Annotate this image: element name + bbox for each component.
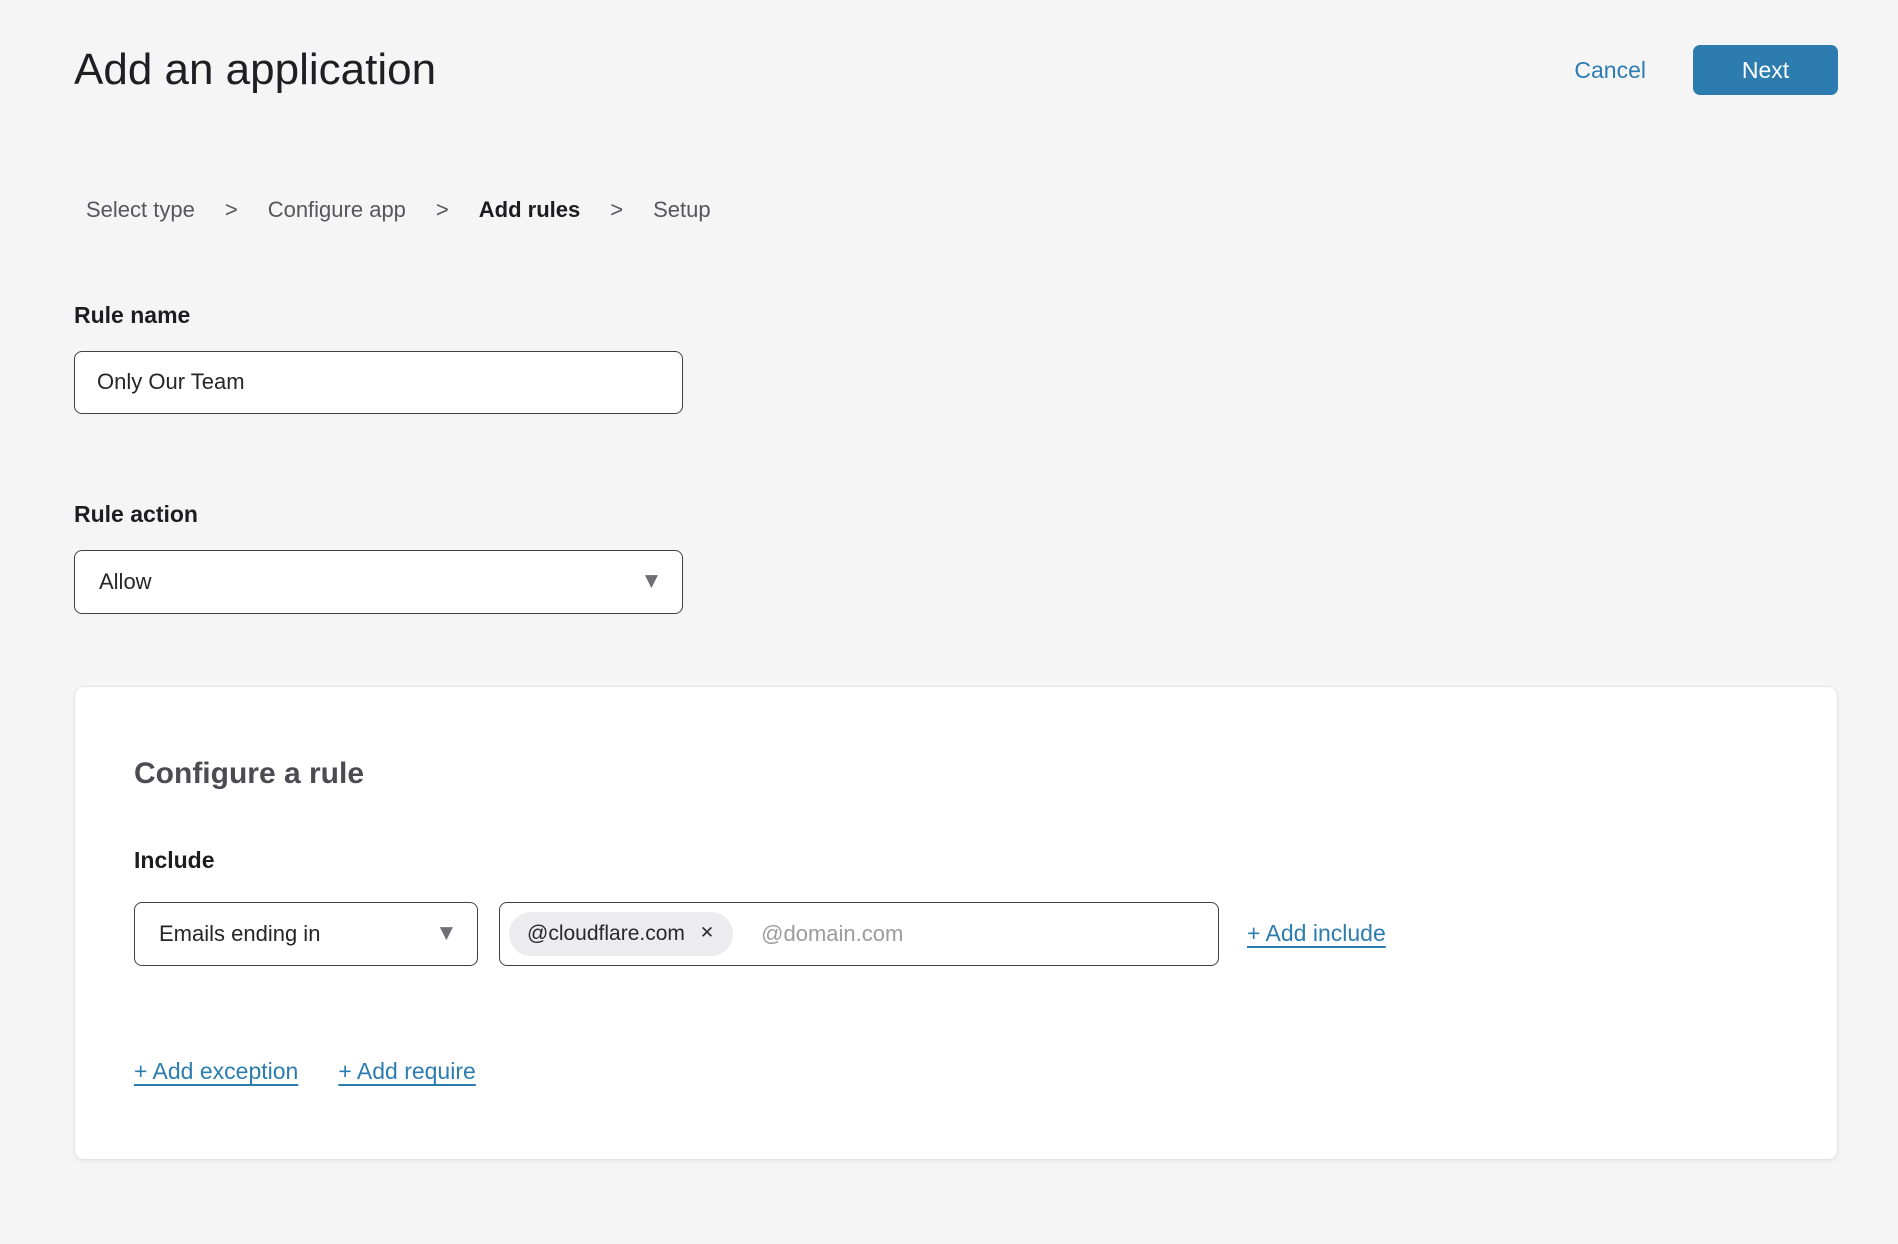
rule-name-label: Rule name: [74, 301, 1838, 329]
breadcrumb-separator: >: [436, 197, 449, 223]
breadcrumb-step-setup[interactable]: Setup: [653, 197, 711, 223]
add-include-link[interactable]: + Add include: [1247, 920, 1386, 947]
include-criteria-selected-value: Emails ending in: [159, 921, 320, 947]
rule-name-input[interactable]: [74, 351, 683, 414]
include-rule-row: Emails ending in ▼ @cloudflare.com ✕ + A…: [134, 902, 1777, 966]
header-actions: Cancel Next: [1574, 45, 1838, 95]
rule-action-label: Rule action: [74, 500, 1838, 528]
include-criteria-select[interactable]: Emails ending in ▼: [134, 902, 478, 966]
cancel-button[interactable]: Cancel: [1574, 57, 1646, 84]
breadcrumb: Select type > Configure app > Add rules …: [86, 197, 1838, 223]
page: Add an application Cancel Next Select ty…: [0, 44, 1898, 1160]
breadcrumb-separator: >: [225, 197, 238, 223]
email-domain-chip: @cloudflare.com ✕: [509, 912, 733, 956]
chevron-down-icon: ▼: [645, 573, 658, 590]
rule-action-select[interactable]: Allow ▼: [74, 550, 683, 614]
add-exception-link[interactable]: + Add exception: [134, 1058, 298, 1085]
chip-remove-icon[interactable]: ✕: [700, 925, 714, 942]
include-label: Include: [134, 846, 1777, 874]
chevron-down-icon: ▼: [440, 925, 453, 942]
breadcrumb-separator: >: [610, 197, 623, 223]
configure-rule-card: Configure a rule Include Emails ending i…: [74, 686, 1838, 1160]
email-domain-input[interactable]: [733, 921, 1218, 947]
next-button[interactable]: Next: [1693, 45, 1838, 95]
breadcrumb-step-add-rules[interactable]: Add rules: [479, 197, 580, 223]
email-domain-chip-label: @cloudflare.com: [527, 922, 685, 946]
add-require-link[interactable]: + Add require: [338, 1058, 475, 1085]
page-header: Add an application Cancel Next: [74, 44, 1838, 97]
rule-action-selected-value: Allow: [99, 569, 152, 595]
breadcrumb-step-configure-app[interactable]: Configure app: [268, 197, 406, 223]
breadcrumb-step-select-type[interactable]: Select type: [86, 197, 195, 223]
rule-card-title: Configure a rule: [134, 757, 1777, 791]
email-domain-chip-field[interactable]: @cloudflare.com ✕: [499, 902, 1219, 966]
rule-card-links: + Add exception + Add require: [134, 1058, 1777, 1085]
page-title: Add an application: [74, 44, 436, 97]
